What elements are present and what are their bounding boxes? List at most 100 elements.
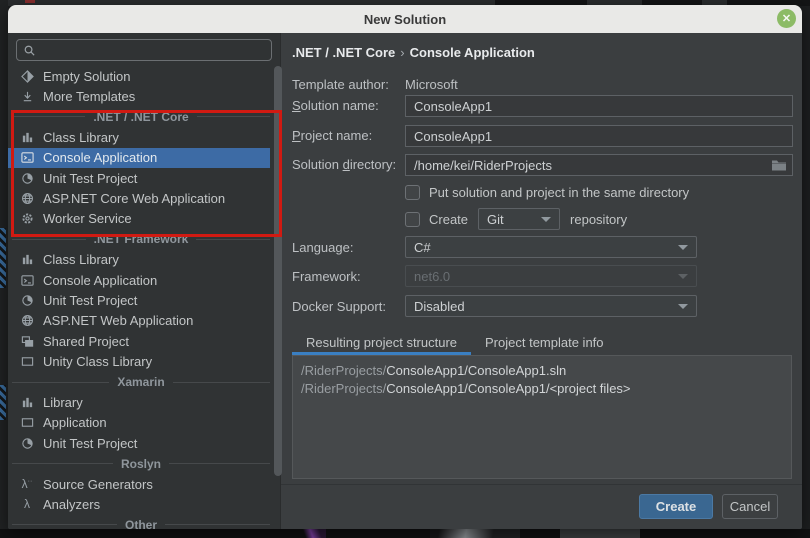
solution-icon: [20, 69, 34, 83]
sidebar-item-console-application[interactable]: Console Application: [8, 270, 270, 290]
preview-tabs: Resulting project structureProject templ…: [292, 329, 618, 355]
sidebar-item-class-library[interactable]: Class Library: [8, 127, 270, 147]
sidebar-item-source-generators[interactable]: λ··Source Generators: [8, 474, 270, 494]
sidebar-item-console-application[interactable]: Console Application: [8, 148, 270, 168]
section-header-xamarin: Xamarin: [12, 372, 270, 392]
structure-line: /RiderProjects/ConsoleApp1/ConsoleApp1/<…: [301, 380, 783, 398]
window-icon: [20, 355, 34, 369]
solution-name-field[interactable]: [405, 95, 793, 117]
chevron-down-icon: [678, 274, 688, 279]
download-icon: [20, 90, 34, 104]
search-icon: [23, 44, 36, 57]
create-repo-checkbox[interactable]: [405, 212, 420, 227]
sidebar-item-label: Library: [43, 395, 83, 410]
same-directory-row: Put solution and project in the same dir…: [405, 185, 689, 200]
search-input[interactable]: [42, 43, 265, 58]
section-header-other: Other: [12, 515, 270, 529]
template-author-value: Microsoft: [405, 77, 458, 92]
sidebar-item-label: Class Library: [43, 130, 119, 145]
structure-line: /RiderProjects/ConsoleApp1/ConsoleApp1.s…: [301, 362, 783, 380]
sidebar-item-more-templates[interactable]: More Templates: [8, 86, 270, 106]
footer-separator: [281, 484, 802, 485]
sidebar-item-unit-test-project[interactable]: Unit Test Project: [8, 290, 270, 310]
wallpaper-fragment: [0, 228, 6, 288]
wallpaper-fragment: [560, 529, 640, 538]
background-bottom-strip: [0, 529, 810, 538]
sidebar-item-label: Unit Test Project: [43, 436, 137, 451]
create-repo-label-before: Create: [429, 212, 468, 227]
sidebar-item-unity-class-library[interactable]: Unity Class Library: [8, 351, 270, 371]
sidebar-item-label: Unit Test Project: [43, 293, 137, 308]
cancel-button[interactable]: Cancel: [722, 494, 778, 519]
section-header-net-framework: .NET Framework: [12, 229, 270, 249]
template-search[interactable]: [16, 39, 272, 61]
create-repo-label-after: repository: [570, 212, 627, 227]
project-name-field[interactable]: [405, 125, 793, 147]
sidebar-item-asp-net-core-web-application[interactable]: ASP.NET Core Web Application: [8, 188, 270, 208]
framework-label: Framework:: [292, 269, 361, 284]
sidebar-item-label: Console Application: [43, 150, 157, 165]
folder-icon[interactable]: [771, 158, 787, 171]
sidebar-item-label: Worker Service: [43, 211, 132, 226]
section-header-net-net-core: .NET / .NET Core: [12, 107, 270, 127]
create-button[interactable]: Create: [639, 494, 713, 519]
solution-name-label: Solution name:: [292, 98, 379, 113]
project-name-label: Project name:: [292, 128, 372, 143]
sidebar-item-class-library[interactable]: Class Library: [8, 250, 270, 270]
chevron-down-icon: [678, 245, 688, 250]
sidebar-item-label: ASP.NET Core Web Application: [43, 191, 225, 206]
sidebar-item-analyzers[interactable]: λAnalyzers: [8, 494, 270, 514]
sidebar-item-label: Application: [43, 415, 107, 430]
unit-test-icon: [20, 171, 34, 185]
unit-test-icon: [20, 436, 34, 450]
template-author-label: Template author:: [292, 77, 389, 92]
breadcrumb: .NET / .NET Core›Console Application: [292, 45, 535, 60]
class-library-icon: [20, 253, 34, 267]
sidebar-item-shared-project[interactable]: Shared Project: [8, 331, 270, 351]
wallpaper-fragment: [430, 529, 520, 538]
gear-icon: [20, 212, 34, 226]
wallpaper-fragment: [0, 385, 6, 420]
tab-resulting-project-structure[interactable]: Resulting project structure: [292, 329, 471, 355]
terminal-icon: [20, 273, 34, 287]
sidebar-item-empty-solution[interactable]: Empty Solution: [8, 66, 270, 86]
sidebar-item-label: Unity Class Library: [43, 354, 152, 369]
lambda-sparkle-icon: λ··: [20, 477, 34, 491]
section-header-roslyn: Roslyn: [12, 453, 270, 473]
template-sidebar: Empty SolutionMore Templates.NET / .NET …: [8, 33, 280, 529]
globe-icon: [20, 314, 34, 328]
framework-select: net6.0: [405, 265, 697, 287]
dialog-titlebar[interactable]: New Solution ✕: [8, 5, 802, 33]
close-button[interactable]: ✕: [777, 9, 796, 28]
same-directory-checkbox[interactable]: [405, 185, 420, 200]
sidebar-item-label: Console Application: [43, 273, 157, 288]
globe-icon: [20, 192, 34, 206]
sidebar-item-worker-service[interactable]: Worker Service: [8, 209, 270, 229]
shared-project-icon: [20, 334, 34, 348]
sidebar-item-application[interactable]: Application: [8, 413, 270, 433]
vcs-value: Git: [487, 212, 504, 227]
docker-support-label: Docker Support:: [292, 299, 386, 314]
sidebar-item-label: Shared Project: [43, 334, 129, 349]
class-library-icon: [20, 395, 34, 409]
close-icon: ✕: [782, 12, 791, 25]
tab-project-template-info[interactable]: Project template info: [471, 329, 618, 355]
wallpaper-fragment: [300, 529, 326, 538]
sidebar-item-unit-test-project[interactable]: Unit Test Project: [8, 168, 270, 188]
language-select[interactable]: C#: [405, 236, 697, 258]
lambda-icon: λ: [20, 497, 34, 511]
sidebar-item-unit-test-project[interactable]: Unit Test Project: [8, 433, 270, 453]
sidebar-item-library[interactable]: Library: [8, 392, 270, 412]
breadcrumb-item: Console Application: [410, 45, 535, 60]
language-label: Language:: [292, 240, 353, 255]
solution-directory-field[interactable]: [405, 154, 793, 176]
sidebar-item-asp-net-web-application[interactable]: ASP.NET Web Application: [8, 311, 270, 331]
sidebar-item-label: Class Library: [43, 252, 119, 267]
language-value: C#: [414, 240, 431, 255]
solution-directory-label: Solution directory:: [292, 157, 396, 172]
breadcrumb-category: .NET / .NET Core: [292, 45, 395, 60]
vcs-select[interactable]: Git: [478, 208, 560, 230]
template-list: Empty SolutionMore Templates.NET / .NET …: [8, 66, 280, 529]
docker-support-select[interactable]: Disabled: [405, 295, 697, 317]
dialog-buttons: Create Cancel: [281, 494, 778, 519]
